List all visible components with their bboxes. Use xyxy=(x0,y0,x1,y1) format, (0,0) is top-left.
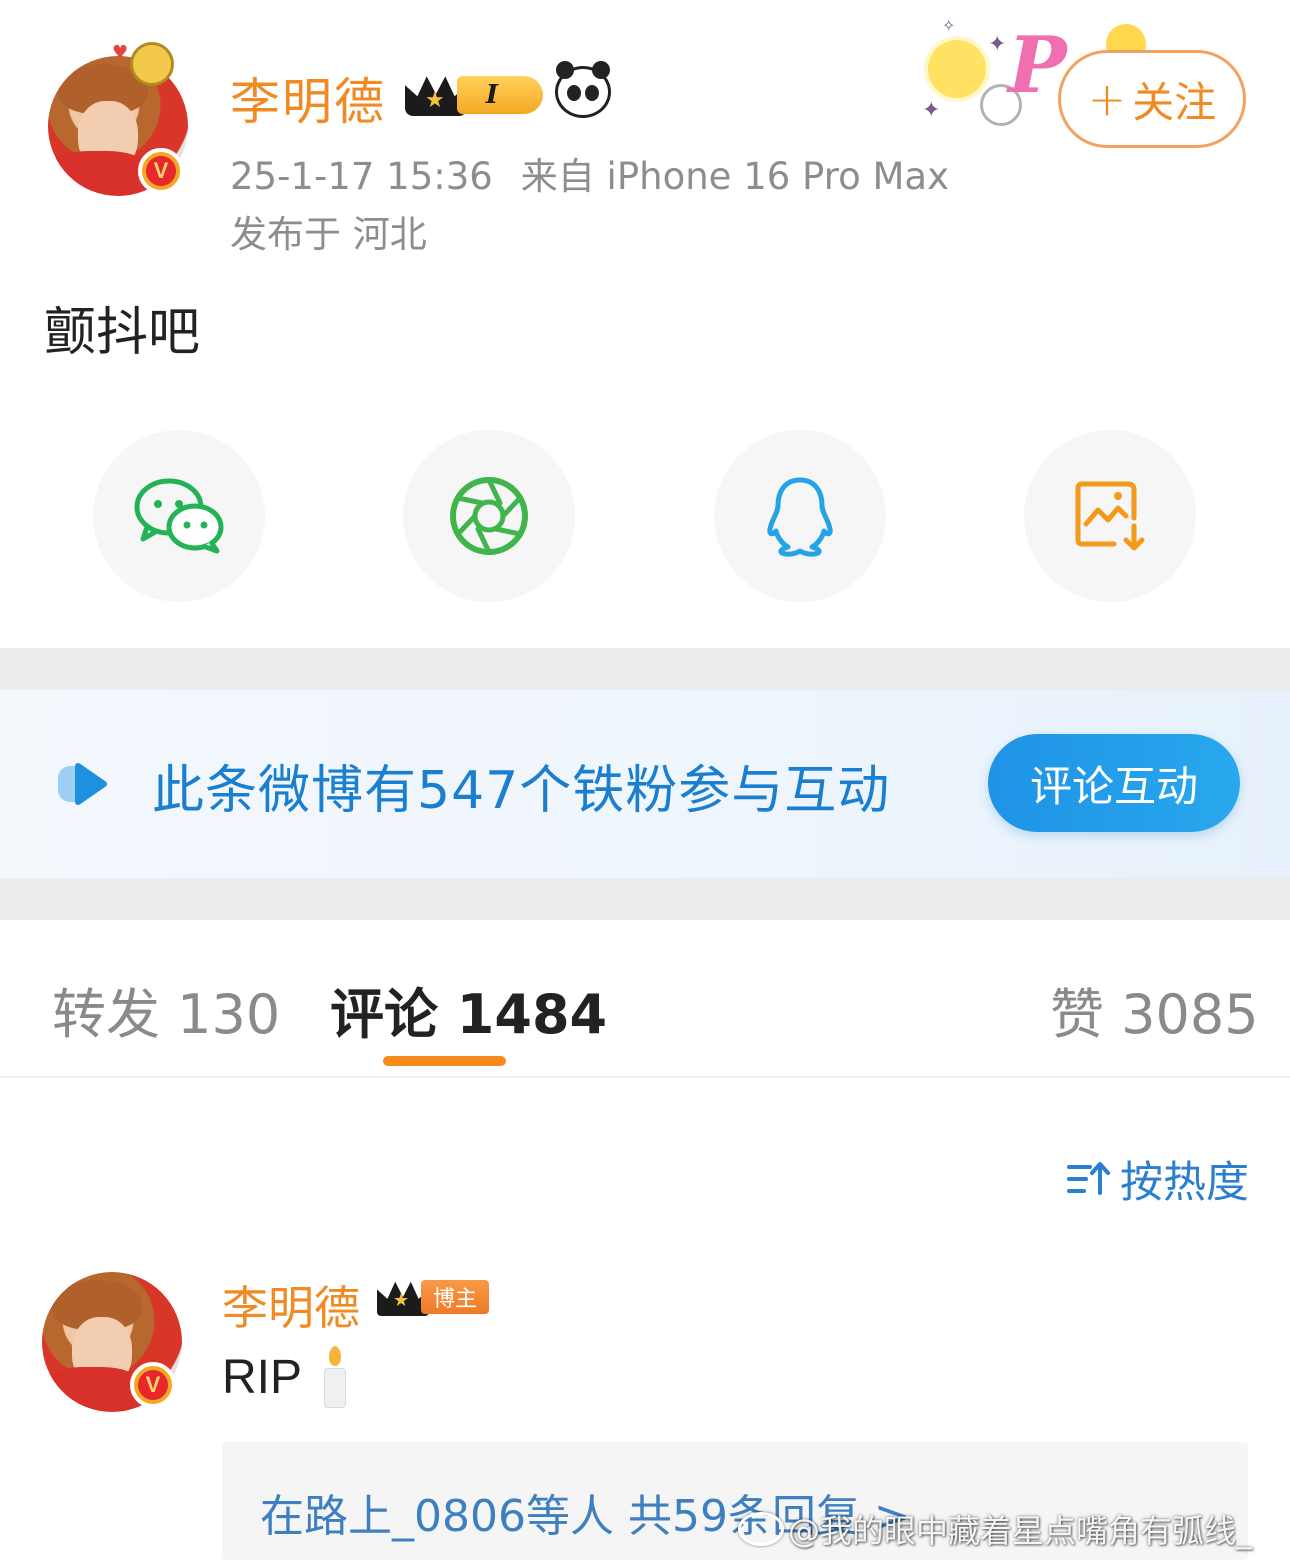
comment-author-name[interactable]: 李明德 xyxy=(222,1272,360,1338)
member-level-badge[interactable]: ★ I xyxy=(405,70,543,118)
comment-text: RIP xyxy=(222,1351,303,1404)
candle-emoji-icon xyxy=(320,1346,350,1410)
follow-label: 关注 xyxy=(1132,77,1217,127)
share-qq-button[interactable] xyxy=(714,430,886,602)
qq-icon xyxy=(767,477,833,557)
fans-icon xyxy=(58,763,107,805)
weibo-logo-icon xyxy=(738,1512,784,1546)
section-divider xyxy=(0,648,1290,690)
share-wechat-button[interactable] xyxy=(93,430,265,602)
flower-decoration-icon: P ✦ ✦ ✧ xyxy=(920,16,1070,140)
heart-icon: ♥ xyxy=(112,42,129,63)
save-image-icon xyxy=(1075,481,1145,551)
post-location: 发布于 河北 xyxy=(230,213,427,256)
verified-badge-icon: V xyxy=(138,148,184,194)
fans-interaction-banner[interactable]: 此条微博有547个铁粉参与互动 评论互动 xyxy=(0,690,1290,878)
interaction-tabs: 转发 130 评论 1484 赞 3085 xyxy=(0,920,1290,1078)
watermark: @我的眼中藏着星点嘴角有弧线_ xyxy=(738,1506,1252,1552)
wechat-icon xyxy=(134,478,224,554)
tab-repost[interactable]: 转发 130 xyxy=(52,970,280,1049)
follow-button[interactable]: + 关注 xyxy=(1058,50,1246,148)
tab-likes[interactable]: 赞 3085 xyxy=(1050,970,1259,1049)
plus-icon: + xyxy=(1087,72,1127,126)
sort-icon xyxy=(1067,1162,1110,1195)
author-tag-badge: ★ 博主 xyxy=(377,1276,489,1318)
author-tag-label: 博主 xyxy=(421,1280,489,1314)
moments-icon xyxy=(450,477,528,555)
comment-interaction-button[interactable]: 评论互动 xyxy=(988,734,1240,832)
sort-toggle[interactable]: 按热度 xyxy=(1066,1148,1249,1210)
author-name[interactable]: 李明德 xyxy=(230,62,386,134)
star-icon: ★ xyxy=(425,88,445,113)
post-text: 颤抖吧 xyxy=(44,303,201,363)
post-header: V ♥ 李明德 ★ I 25-1-17 15:36 来自 iPhone 16 Pr… xyxy=(0,0,1290,270)
fans-banner-text: 此条微博有547个铁粉参与互动 xyxy=(152,761,891,821)
section-divider xyxy=(0,878,1290,920)
share-row xyxy=(0,430,1290,606)
avatar-pendant-icon xyxy=(130,42,174,86)
tab-comments[interactable]: 评论 1484 xyxy=(330,970,607,1049)
level-label: I xyxy=(457,76,543,114)
active-tab-indicator xyxy=(383,1056,506,1066)
verified-badge-icon: V xyxy=(130,1362,176,1408)
sort-label: 按热度 xyxy=(1120,1158,1249,1208)
share-moments-button[interactable] xyxy=(403,430,575,602)
panda-icon xyxy=(555,61,611,118)
star-icon: ★ xyxy=(393,1290,410,1311)
post-source: 来自 iPhone 16 Pro Max xyxy=(520,155,950,198)
watermark-text: @我的眼中藏着星点嘴角有弧线_ xyxy=(788,1512,1253,1550)
post-timestamp: 25-1-17 15:36 xyxy=(230,155,493,198)
post-meta: 25-1-17 15:36 来自 iPhone 16 Pro Max xyxy=(230,146,949,200)
save-image-button[interactable] xyxy=(1024,430,1196,602)
